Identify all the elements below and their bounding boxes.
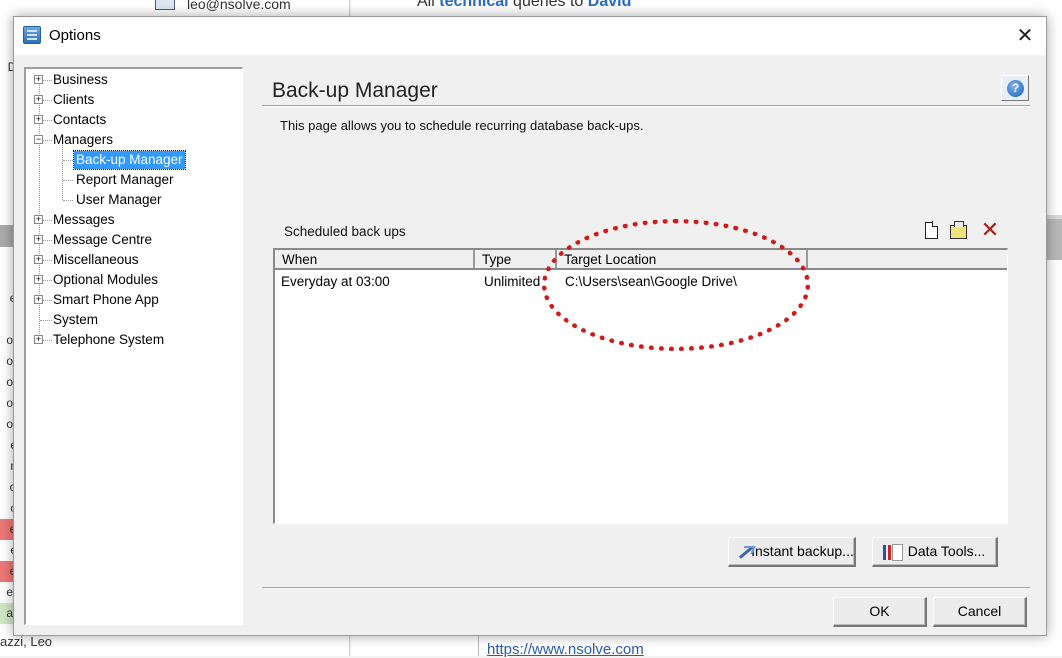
tree-item-label: Optional Modules <box>53 272 159 287</box>
data-tools-button[interactable]: Data Tools... <box>872 537 998 567</box>
tree-item-label: Message Centre <box>53 232 153 247</box>
tree-item-label: Telephone System <box>53 332 165 347</box>
expand-icon[interactable]: + <box>34 295 43 304</box>
cancel-button[interactable]: Cancel <box>933 597 1027 627</box>
options-dialog: Options ✕ + Business + Clients + Contacts − Man… <box>13 16 1047 636</box>
tree-item-label: Back-up Manager <box>73 150 186 170</box>
tree-item-label: Messages <box>53 212 115 227</box>
tree-item-label: Miscellaneous <box>53 252 139 267</box>
expand-icon[interactable]: + <box>34 335 43 344</box>
expand-icon[interactable]: + <box>34 75 43 84</box>
page-description: This page allows you to schedule recurri… <box>280 118 644 133</box>
expand-icon[interactable]: + <box>34 115 43 124</box>
collapse-icon[interactable]: − <box>34 135 43 144</box>
tree-item-clients[interactable]: + Clients <box>26 91 241 109</box>
background-scroll-fragment <box>1046 215 1062 260</box>
tree-item-business[interactable]: + Business <box>26 71 241 89</box>
tree-item-label: Managers <box>53 132 114 147</box>
background-contact-name: azzi, Leo <box>0 634 53 649</box>
table-header: When Type Target Location <box>275 250 1007 270</box>
lightning-icon <box>737 544 755 560</box>
delete-icon[interactable]: ✕ <box>980 219 1000 241</box>
tree-item-label: Clients <box>53 92 95 107</box>
cell-when: Everyday at 03:00 <box>281 274 390 289</box>
new-document-icon[interactable] <box>921 220 941 240</box>
tools-icon <box>883 544 903 561</box>
tree-branch-line <box>63 180 73 181</box>
tree-item-report-manager[interactable]: Report Manager <box>26 171 241 189</box>
background-email: leo@nsolve.com <box>155 0 291 12</box>
tree-item-system[interactable]: System <box>26 311 241 329</box>
instant-backup-button[interactable]: Instant backup... <box>728 537 856 567</box>
scheduled-backups-table[interactable]: When Type Target Location Everyday at 03… <box>273 248 1008 524</box>
tree-item-smart-phone-app[interactable]: + Smart Phone App <box>26 291 241 309</box>
tree-item-label: Smart Phone App <box>53 292 159 307</box>
scheduled-backups-label: Scheduled back ups <box>284 224 406 239</box>
tree-item-managers[interactable]: − Managers <box>26 131 241 149</box>
options-tree[interactable]: + Business + Clients + Contacts − Managers Back-… <box>24 67 243 625</box>
edit-icon[interactable] <box>948 220 968 240</box>
background-website-link[interactable]: https://www.nsolve.com <box>487 641 644 658</box>
table-row[interactable]: Everyday at 03:00 Unlimited C:\Users\sea… <box>275 272 1007 292</box>
tree-item-miscellaneous[interactable]: + Miscellaneous <box>26 251 241 269</box>
title-divider <box>262 105 1030 107</box>
footer-divider <box>262 587 1030 589</box>
dialog-titlebar[interactable]: Options ✕ <box>14 17 1046 55</box>
tree-item-label: System <box>53 312 99 327</box>
tree-item-optional-modules[interactable]: + Optional Modules <box>26 271 241 289</box>
options-app-icon <box>23 26 41 44</box>
cell-target-location: C:\Users\sean\Google Drive\ <box>565 274 737 289</box>
page-title: Back-up Manager <box>272 79 438 102</box>
tree-item-messages[interactable]: + Messages <box>26 211 241 229</box>
help-button[interactable]: ? <box>1001 75 1029 101</box>
tree-branch-line <box>63 160 73 161</box>
close-button[interactable]: ✕ <box>1014 25 1036 47</box>
expand-icon[interactable]: + <box>34 275 43 284</box>
tree-item-label: User Manager <box>76 192 162 207</box>
tree-branch-line <box>63 200 73 201</box>
envelope-icon <box>155 0 175 10</box>
tree-item-contacts[interactable]: + Contacts <box>26 111 241 129</box>
background-notice: All technical queries to David <box>417 0 632 10</box>
cell-type: Unlimited <box>484 274 541 289</box>
tree-item-back-up-manager[interactable]: Back-up Manager <box>26 150 241 170</box>
column-type[interactable]: Type <box>475 250 557 268</box>
ok-button[interactable]: OK <box>833 597 927 627</box>
column-empty <box>808 250 1008 268</box>
help-icon: ? <box>1007 80 1024 97</box>
tree-item-label: Contacts <box>53 112 107 127</box>
expand-icon[interactable]: + <box>34 235 43 244</box>
tree-item-user-manager[interactable]: User Manager <box>26 191 241 209</box>
expand-icon[interactable]: + <box>34 215 43 224</box>
tree-item-telephone-system[interactable]: + Telephone System <box>26 331 241 349</box>
column-target-location[interactable]: Target Location <box>557 250 808 268</box>
column-when[interactable]: When <box>275 250 475 268</box>
tree-item-label: Business <box>53 72 108 87</box>
tree-item-message-centre[interactable]: + Message Centre <box>26 231 241 249</box>
dialog-title: Options <box>49 27 101 44</box>
expand-icon[interactable]: + <box>34 255 43 264</box>
expand-icon[interactable]: + <box>34 95 43 104</box>
tree-item-label: Report Manager <box>76 172 174 187</box>
